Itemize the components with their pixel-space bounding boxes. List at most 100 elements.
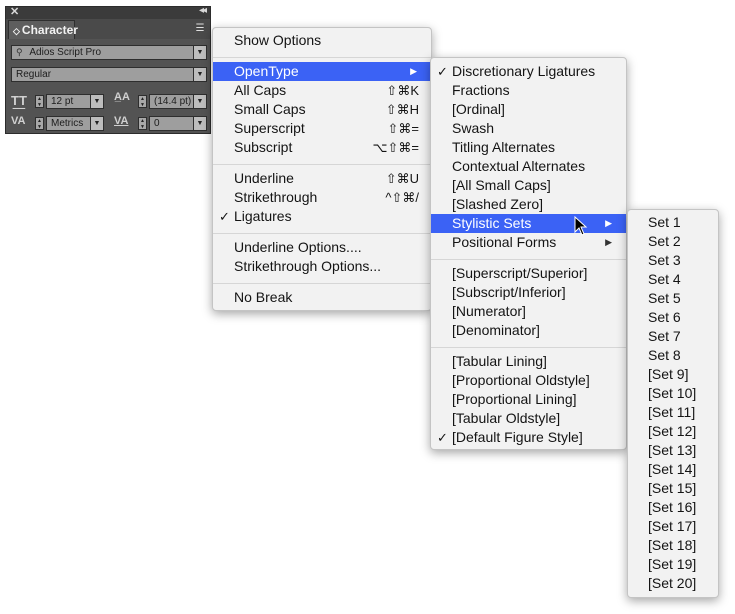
- kerning-field[interactable]: Metrics ▼: [46, 116, 104, 131]
- font-size-field[interactable]: 12 pt ▼: [46, 94, 104, 109]
- menu-separator: [213, 164, 431, 165]
- menu-item-no-break[interactable]: No Break: [213, 288, 431, 307]
- submenu-arrow-icon: ▶: [410, 66, 417, 76]
- menu-item-show-options[interactable]: Show Options: [213, 31, 431, 50]
- menu-item-set-19[interactable]: [Set 19]: [628, 555, 718, 574]
- menu-item-set-18[interactable]: [Set 18]: [628, 536, 718, 555]
- shortcut-label: ⇧⌘H: [385, 102, 419, 117]
- font-size-icon: T͟T: [11, 93, 27, 108]
- menu-item-set-1[interactable]: Set 1: [628, 213, 718, 232]
- menu-item-all-caps[interactable]: All Caps ⇧⌘K: [213, 81, 431, 100]
- menu-item-denominator[interactable]: [Denominator]: [431, 321, 626, 340]
- menu-item-underline[interactable]: Underline ⇧⌘U: [213, 169, 431, 188]
- chevron-down-icon[interactable]: ▼: [90, 95, 103, 108]
- font-family-dropdown[interactable]: ⚲ Adios Script Pro ▼: [11, 45, 207, 60]
- menu-item-tabular-oldstyle[interactable]: [Tabular Oldstyle]: [431, 409, 626, 428]
- chevron-down-icon[interactable]: ▼: [90, 117, 103, 130]
- menu-item-fractions[interactable]: Fractions: [431, 81, 626, 100]
- menu-separator: [213, 233, 431, 234]
- character-panel: ✕ ◂◂ ◇ Character ☰ ⚲ Adios Script Pro ▼ R…: [5, 5, 211, 134]
- checkmark-icon: ✓: [437, 430, 448, 445]
- menu-item-all-small-caps[interactable]: [All Small Caps]: [431, 176, 626, 195]
- menu-item-set-13[interactable]: [Set 13]: [628, 441, 718, 460]
- menu-item-label: OpenType: [234, 63, 299, 79]
- menu-item-set-15[interactable]: [Set 15]: [628, 479, 718, 498]
- menu-item-subscript-inferior[interactable]: [Subscript/Inferior]: [431, 283, 626, 302]
- menu-item-small-caps[interactable]: Small Caps ⇧⌘H: [213, 100, 431, 119]
- panel-title-bar: ✕ ◂◂: [6, 5, 210, 19]
- menu-item-stylistic-sets[interactable]: Stylistic Sets ▶: [431, 214, 626, 233]
- menu-item-discretionary-ligatures[interactable]: ✓ Discretionary Ligatures: [431, 62, 626, 81]
- font-size-stepper[interactable]: ▲ ▼: [35, 95, 44, 108]
- menu-item-set-3[interactable]: Set 3: [628, 251, 718, 270]
- menu-item-label: [Superscript/Superior]: [452, 265, 588, 281]
- menu-item-strikethrough-options[interactable]: Strikethrough Options...: [213, 257, 431, 276]
- chevron-down-icon[interactable]: ▼: [193, 95, 206, 108]
- menu-item-subscript[interactable]: Subscript ⌥⇧⌘=: [213, 138, 431, 157]
- menu-item-tabular-lining[interactable]: [Tabular Lining]: [431, 352, 626, 371]
- menu-item-contextual-alternates[interactable]: Contextual Alternates: [431, 157, 626, 176]
- leading-icon: A̲A: [114, 91, 130, 103]
- menu-item-set-8[interactable]: Set 8: [628, 346, 718, 365]
- menu-item-label: [Slashed Zero]: [452, 196, 544, 212]
- menu-item-label: [Tabular Lining]: [452, 353, 547, 369]
- menu-item-label: [All Small Caps]: [452, 177, 551, 193]
- tracking-icon: VA: [114, 115, 129, 127]
- menu-item-set-17[interactable]: [Set 17]: [628, 517, 718, 536]
- menu-item-default-figure-style[interactable]: ✓ [Default Figure Style]: [431, 428, 626, 447]
- close-icon[interactable]: ✕: [10, 5, 19, 18]
- menu-item-set-10[interactable]: [Set 10]: [628, 384, 718, 403]
- chevron-down-icon[interactable]: ▼: [193, 117, 206, 130]
- stylistic-sets-submenu: Set 1 Set 2 Set 3 Set 4 Set 5 Set 6 Set …: [627, 209, 719, 598]
- menu-item-superscript[interactable]: Superscript ⇧⌘=: [213, 119, 431, 138]
- menu-item-opentype[interactable]: OpenType ▶: [213, 62, 431, 81]
- menu-item-label: Superscript: [234, 120, 305, 136]
- menu-item-label: Strikethrough: [234, 189, 318, 205]
- kerning-stepper[interactable]: ▲ ▼: [35, 117, 44, 130]
- menu-item-set-6[interactable]: Set 6: [628, 308, 718, 327]
- menu-item-set-20[interactable]: [Set 20]: [628, 574, 718, 593]
- menu-item-set-5[interactable]: Set 5: [628, 289, 718, 308]
- menu-item-proportional-lining[interactable]: [Proportional Lining]: [431, 390, 626, 409]
- font-style-dropdown[interactable]: Regular ▼: [11, 67, 207, 82]
- leading-field[interactable]: (14.4 pt) ▼: [149, 94, 207, 109]
- menu-item-ordinal[interactable]: [Ordinal]: [431, 100, 626, 119]
- tracking-field[interactable]: 0 ▼: [149, 116, 207, 131]
- mouse-pointer-icon: [574, 216, 588, 236]
- menu-item-superscript-superior[interactable]: [Superscript/Superior]: [431, 264, 626, 283]
- kerning-icon: VA: [11, 115, 26, 127]
- menu-item-set-11[interactable]: [Set 11]: [628, 403, 718, 422]
- menu-item-proportional-oldstyle[interactable]: [Proportional Oldstyle]: [431, 371, 626, 390]
- chevron-down-icon[interactable]: ▼: [193, 68, 206, 81]
- menu-item-titling-alternates[interactable]: Titling Alternates: [431, 138, 626, 157]
- menu-item-label: Set 4: [648, 271, 681, 287]
- menu-item-set-16[interactable]: [Set 16]: [628, 498, 718, 517]
- menu-separator: [213, 283, 431, 284]
- menu-item-positional-forms[interactable]: Positional Forms ▶: [431, 233, 626, 252]
- menu-item-underline-options[interactable]: Underline Options....: [213, 238, 431, 257]
- kerning-value: Metrics: [51, 118, 84, 129]
- menu-item-ligatures[interactable]: ✓ Ligatures: [213, 207, 431, 226]
- menu-item-numerator[interactable]: [Numerator]: [431, 302, 626, 321]
- panel-flyout-menu: Show Options OpenType ▶ All Caps ⇧⌘K Sma…: [212, 27, 432, 311]
- menu-item-set-12[interactable]: [Set 12]: [628, 422, 718, 441]
- collapse-icon[interactable]: ◂◂: [199, 5, 207, 16]
- menu-separator: [213, 57, 431, 58]
- tracking-stepper[interactable]: ▲ ▼: [138, 117, 147, 130]
- menu-item-set-9[interactable]: [Set 9]: [628, 365, 718, 384]
- menu-item-set-4[interactable]: Set 4: [628, 270, 718, 289]
- menu-item-slashed-zero[interactable]: [Slashed Zero]: [431, 195, 626, 214]
- leading-stepper[interactable]: ▲ ▼: [138, 95, 147, 108]
- chevron-down-icon[interactable]: ▼: [193, 46, 206, 59]
- panel-menu-icon[interactable]: ☰: [193, 23, 207, 35]
- menu-item-swash[interactable]: Swash: [431, 119, 626, 138]
- menu-item-set-2[interactable]: Set 2: [628, 232, 718, 251]
- menu-item-strikethrough[interactable]: Strikethrough ^⇧⌘/: [213, 188, 431, 207]
- menu-item-set-14[interactable]: [Set 14]: [628, 460, 718, 479]
- menu-item-set-7[interactable]: Set 7: [628, 327, 718, 346]
- menu-item-label: Strikethrough Options...: [234, 258, 382, 274]
- tab-character[interactable]: ◇ Character: [8, 20, 78, 39]
- shortcut-label: ⌥⇧⌘=: [372, 140, 419, 155]
- leading-value: (14.4 pt): [154, 96, 192, 107]
- menu-item-label: [Set 9]: [648, 366, 689, 382]
